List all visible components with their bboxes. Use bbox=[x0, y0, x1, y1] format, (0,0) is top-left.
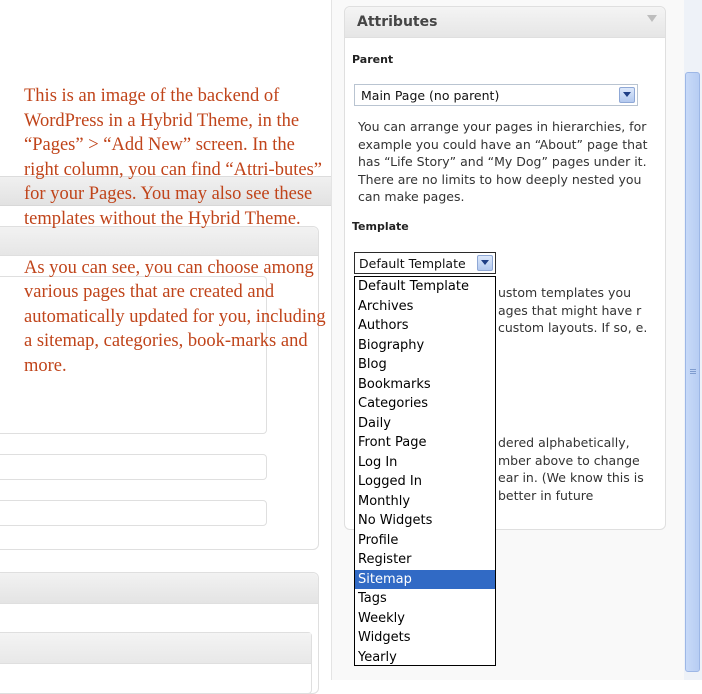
template-label: Template bbox=[352, 220, 409, 233]
nested-postbox-header[interactable] bbox=[0, 633, 311, 664]
template-option[interactable]: Monthly bbox=[355, 492, 495, 512]
collapse-arrow-icon[interactable] bbox=[647, 15, 657, 22]
order-help-text: dered alphabetically, mber above to chan… bbox=[498, 435, 644, 503]
template-option[interactable]: Yearly bbox=[355, 648, 495, 668]
parent-select-value: Main Page (no parent) bbox=[361, 88, 500, 103]
template-option[interactable]: Widgets bbox=[355, 628, 495, 648]
template-help-text: ustom templates you ages that might have… bbox=[498, 285, 648, 335]
custom-field-input-2[interactable] bbox=[0, 500, 267, 526]
parent-label: Parent bbox=[352, 53, 394, 66]
parent-select[interactable]: Main Page (no parent) bbox=[354, 84, 638, 106]
template-option[interactable]: Front Page bbox=[355, 433, 495, 453]
template-option[interactable]: Log In bbox=[355, 453, 495, 473]
scrollbar-thumb[interactable] bbox=[685, 72, 700, 672]
template-option[interactable]: Blog bbox=[355, 355, 495, 375]
chevron-down-icon[interactable] bbox=[619, 87, 635, 103]
annotation-text: This is an image of the backend of WordP… bbox=[24, 84, 334, 403]
chevron-down-icon[interactable] bbox=[477, 255, 493, 271]
annotation-paragraph-2: As you can see, you can choose among var… bbox=[24, 257, 326, 376]
template-select[interactable]: Default Template bbox=[354, 252, 496, 274]
template-option[interactable]: Archives bbox=[355, 297, 495, 317]
template-option[interactable]: Authors bbox=[355, 316, 495, 336]
template-option[interactable]: Bookmarks bbox=[355, 375, 495, 395]
annotation-paragraph-1: This is an image of the backend of WordP… bbox=[24, 86, 322, 229]
template-option[interactable]: Tags bbox=[355, 589, 495, 609]
template-option[interactable]: Sitemap bbox=[355, 569, 495, 589]
attributes-header[interactable]: Attributes bbox=[345, 7, 665, 38]
postbox-header-2[interactable] bbox=[0, 573, 318, 604]
template-option[interactable]: Daily bbox=[355, 414, 495, 434]
custom-field-input[interactable] bbox=[0, 454, 267, 480]
template-option[interactable]: Register bbox=[355, 550, 495, 570]
template-option[interactable]: Biography bbox=[355, 336, 495, 356]
template-select-value: Default Template bbox=[359, 256, 466, 271]
template-option[interactable]: Default Template bbox=[355, 277, 495, 297]
attributes-title: Attributes bbox=[357, 14, 438, 30]
template-option[interactable]: Categories bbox=[355, 394, 495, 414]
page-scrollbar[interactable] bbox=[684, 0, 702, 680]
template-option[interactable]: Profile bbox=[355, 531, 495, 551]
parent-help-text: You can arrange your pages in hierarchie… bbox=[358, 119, 648, 204]
nested-postbox bbox=[0, 632, 312, 694]
template-option[interactable]: No Widgets bbox=[355, 511, 495, 531]
template-option[interactable]: Weekly bbox=[355, 609, 495, 629]
template-dropdown-list: Default Template Archives Authors Biography… bbox=[354, 276, 496, 666]
template-option[interactable]: Logged In bbox=[355, 472, 495, 492]
